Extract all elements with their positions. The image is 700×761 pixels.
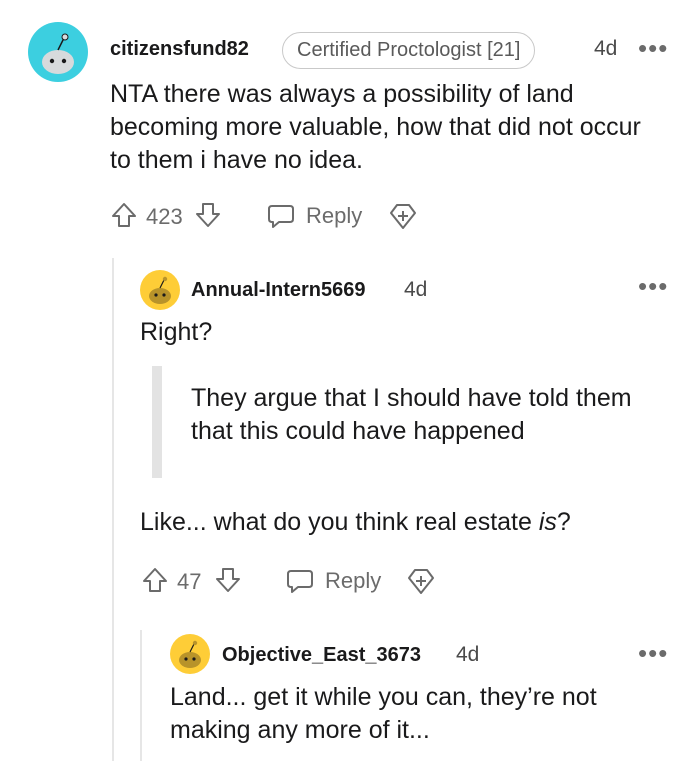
comment-time: 4d xyxy=(404,278,428,301)
user-flair: Certified Proctologist [21] xyxy=(282,32,536,69)
downvote-icon[interactable] xyxy=(194,201,222,229)
more-options-icon[interactable]: ••• xyxy=(638,35,668,61)
comment-bubble-icon xyxy=(287,570,313,593)
emphasis-text: is xyxy=(538,508,557,536)
thread-line[interactable] xyxy=(112,258,114,761)
avatar[interactable] xyxy=(140,270,180,310)
comment-time: 4d xyxy=(456,643,480,666)
quoted-text: They argue that I should have told them … xyxy=(191,384,632,445)
text-part: Like... what do you think real estate xyxy=(140,508,539,536)
comment-body: Land... get it while you can, they’re no… xyxy=(170,683,597,744)
more-options-icon[interactable]: ••• xyxy=(638,640,668,666)
downvote-icon[interactable] xyxy=(214,566,242,594)
text-part: ? xyxy=(556,508,571,536)
award-icon[interactable] xyxy=(406,566,436,596)
quote-bar xyxy=(152,366,162,478)
comment-bubble-icon xyxy=(268,205,294,228)
avatar[interactable] xyxy=(28,22,88,82)
upvote-icon[interactable] xyxy=(141,566,169,594)
reply-label: Reply xyxy=(325,568,382,593)
reply-label: Reply xyxy=(306,203,363,228)
reply-button[interactable]: Reply xyxy=(266,200,362,232)
comment-text: Right? xyxy=(140,318,213,346)
comment-body: NTA there was always a possibility of la… xyxy=(110,80,641,174)
more-options-icon[interactable]: ••• xyxy=(638,273,668,299)
comment-time: 4d xyxy=(594,37,618,60)
comment-author[interactable]: Annual-Intern5669 xyxy=(191,279,365,302)
avatar[interactable] xyxy=(170,634,210,674)
comment-text: Like... what do you think real estate is… xyxy=(140,506,571,539)
upvote-icon[interactable] xyxy=(110,201,138,229)
comment-author[interactable]: Objective_East_3673 xyxy=(222,644,421,667)
thread-line[interactable] xyxy=(140,630,142,761)
reply-button[interactable]: Reply xyxy=(285,565,381,597)
comment-author[interactable]: citizensfund82 xyxy=(110,38,249,61)
vote-count: 423 xyxy=(146,204,183,229)
vote-count: 47 xyxy=(177,569,202,594)
award-icon[interactable] xyxy=(388,201,418,231)
